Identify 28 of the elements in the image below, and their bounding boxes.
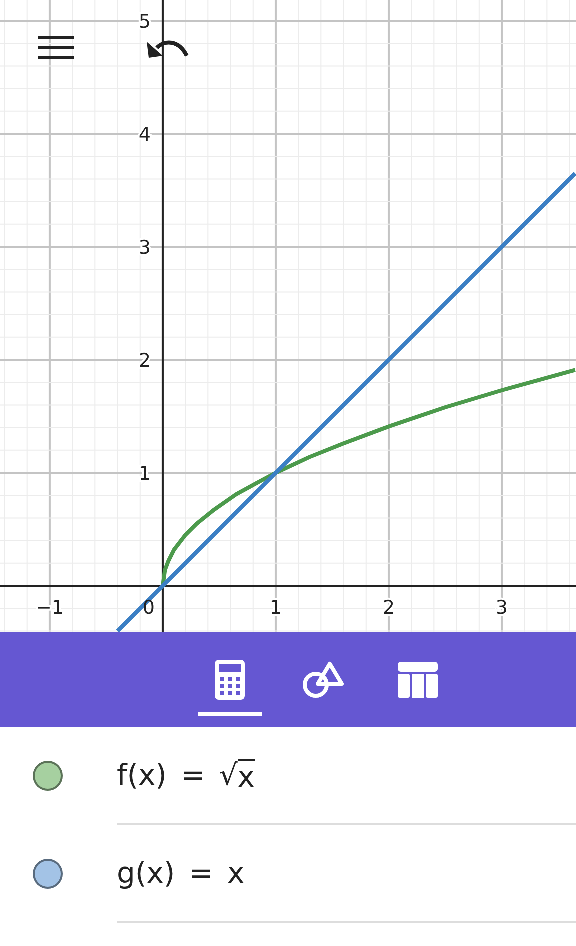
y-tick-label: 5 [138, 11, 151, 34]
visibility-dot[interactable] [33, 859, 63, 889]
equals-sign: = [181, 758, 206, 792]
graph-canvas[interactable]: −1 1 2 3 1 2 3 4 5 0 [0, 0, 576, 632]
visibility-dot[interactable] [33, 761, 63, 791]
x-tick-label: 2 [382, 597, 396, 619]
x-tick-label: 1 [270, 597, 282, 619]
undo-button[interactable] [147, 38, 189, 60]
calculator-icon [215, 660, 245, 700]
x-tick-label: 3 [496, 597, 508, 619]
expression-row[interactable]: f(x) = √x [117, 727, 576, 825]
x-tick-label: −1 [36, 597, 64, 619]
function-name: g(x) [117, 856, 176, 890]
expression-row[interactable]: g(x) = x [117, 825, 576, 923]
y-tick-label: 1 [138, 463, 151, 485]
table-icon [398, 662, 438, 698]
function-body: x [228, 856, 245, 890]
equals-sign: = [189, 856, 214, 890]
function-name: f(x) [117, 758, 167, 792]
y-tick-label: 4 [138, 124, 151, 146]
menu-button[interactable] [38, 36, 74, 60]
origin-label: 0 [142, 597, 155, 619]
y-tick-label: 3 [138, 237, 151, 260]
y-tick-label: 2 [138, 350, 151, 372]
menu-icon [38, 36, 74, 60]
circle-triangle-icon [303, 660, 345, 700]
undo-icon [147, 38, 189, 60]
square-root: √x [219, 758, 255, 792]
